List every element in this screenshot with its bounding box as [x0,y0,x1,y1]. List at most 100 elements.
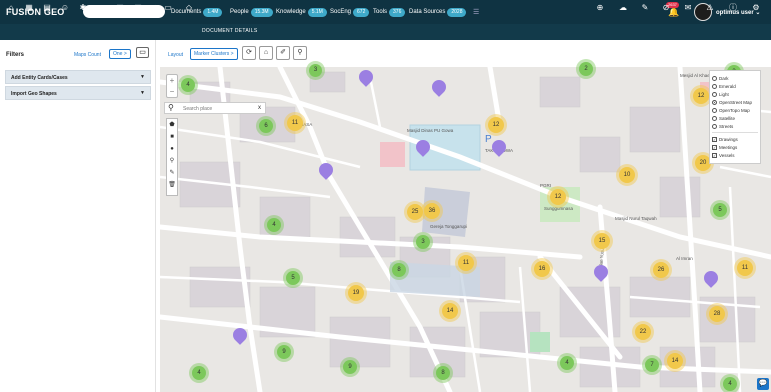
cluster-marker[interactable]: 12 [488,117,504,133]
upload-icon[interactable]: ☁ [618,3,628,13]
nav-documents[interactable]: Documents 1.4M [171,5,223,19]
home-icon[interactable]: ⌂ [6,3,16,13]
grid-icon[interactable]: ▥ [133,3,143,13]
edit-icon[interactable]: ✎ [640,3,650,13]
cluster-marker[interactable]: 4 [560,356,574,370]
diamond-icon[interactable]: ◈ [151,3,161,13]
map-label: PGRI [540,183,551,188]
cluster-marker[interactable]: 14 [442,303,458,319]
marker-icon[interactable]: ⚲ [167,155,177,167]
gallery-icon[interactable]: ▣ [115,3,125,13]
layer-option[interactable]: Satellite [712,114,758,122]
add-icon[interactable]: ⊕ [595,3,605,13]
settings-icon[interactable]: ⚙ [751,3,761,13]
zoom-in-icon[interactable]: + [167,75,177,86]
monitor-button[interactable]: ▭ [136,47,149,58]
chat-icon[interactable]: ✉ [683,3,693,13]
layer-option[interactable]: OpenStreet Map [712,98,758,106]
people-icon[interactable]: ☺ [60,3,70,13]
nav-knowledge[interactable]: Knowledge 5.1M [276,5,327,19]
radio-icon [712,107,717,113]
cluster-marker[interactable]: 22 [635,324,651,340]
cluster-marker[interactable]: 5 [713,203,727,217]
cluster-marker[interactable]: 7 [645,358,659,372]
cluster-marker[interactable]: 2 [579,62,593,76]
cluster-marker[interactable]: 5 [286,271,300,285]
cluster-marker[interactable]: 3 [309,64,322,77]
edit-layers-icon[interactable]: ✎ [167,167,177,179]
cluster-marker[interactable]: 36 [424,203,440,219]
building-icon[interactable]: ▦ [24,3,34,13]
cluster-marker[interactable]: 26 [653,262,669,278]
layout-label: Layout [168,52,184,58]
layer-option[interactable]: OpenTopo Map [712,106,758,114]
cluster-marker[interactable]: 10 [619,167,635,183]
document-icon[interactable]: ▤ [42,3,52,13]
cluster-marker[interactable]: 4 [267,218,281,232]
layer-option[interactable]: Light [712,90,758,98]
network-icon[interactable]: ✱ [78,3,88,13]
menu-icon[interactable]: ☰ [473,8,479,16]
nav-badge: 5.1M [307,7,327,17]
maps-count-link[interactable]: Maps Count [74,52,101,58]
brush-icon[interactable]: ✐ [276,46,290,60]
layer-option[interactable]: Streets [712,122,758,130]
cluster-marker[interactable]: 3 [416,235,430,249]
cluster-marker[interactable]: 4 [723,377,737,391]
accordion-import-geo[interactable]: Import Geo Shapes ▼ [5,86,151,100]
one-button[interactable]: One > [109,49,131,59]
refresh-icon[interactable]: ⟳ [242,46,256,60]
cluster-marker[interactable]: 4 [181,78,195,92]
cluster-marker[interactable]: 9 [343,360,357,374]
map-label-text: Gereja Tonggarupi [430,224,467,229]
map-canvas[interactable] [160,67,771,392]
overlay-option[interactable]: ✓ Meetings [712,143,758,151]
cluster-marker[interactable]: 12 [693,88,709,104]
chat-icon[interactable]: 💬 [757,378,769,390]
search-icon[interactable]: ⚲ [293,46,307,60]
overlay-label: Meetings [719,144,738,150]
cluster-marker[interactable]: 11 [737,260,753,276]
marker-clusters-button[interactable]: Marker Clusters > [190,48,238,60]
trash-icon[interactable]: 🗑 [167,179,177,191]
cluster-marker[interactable]: 14 [667,353,683,369]
nav-data-sources[interactable]: Data Sources 2028 [409,5,467,19]
cluster-marker[interactable]: 12 [550,189,566,205]
nav-people[interactable]: People 15.3M [230,5,273,19]
cluster-marker[interactable]: 6 [259,119,273,133]
nav-soceng[interactable]: SocEng 672 [330,5,370,19]
dashboard-icon[interactable]: ◔ [97,3,107,13]
overlay-option[interactable]: ✓ Drawings [712,135,758,143]
nav-tools[interactable]: Tools 376 [373,5,406,19]
layer-option[interactable]: Emerald [712,82,758,90]
cluster-marker[interactable]: 19 [348,285,364,301]
cluster-marker[interactable]: 25 [407,204,423,220]
info-icon[interactable]: ⓘ [728,3,738,13]
monitor-icon[interactable]: ▭ [163,3,173,13]
circle-icon[interactable]: ● [167,143,177,155]
layer-label: Dark [719,75,729,81]
cluster-marker[interactable]: 16 [534,261,550,277]
gem-icon[interactable]: ◇ [184,3,194,13]
tag-icon[interactable]: ⊘ [661,3,671,13]
cluster-marker[interactable]: 4 [192,366,206,380]
polygon-icon[interactable]: ⬟ [167,119,177,131]
cluster-marker[interactable]: 15 [594,233,610,249]
cluster-marker[interactable]: 8 [436,366,450,380]
rectangle-icon[interactable]: ■ [167,131,177,143]
zoom-control[interactable]: + − [166,74,178,98]
map-label-text: P [485,134,492,145]
zoom-out-icon[interactable]: − [167,86,177,97]
search-place-input[interactable]: ⚲ Search place x [164,102,266,114]
cluster-marker[interactable]: 9 [277,345,291,359]
cluster-marker[interactable]: 28 [709,306,725,322]
eraser-icon[interactable]: ⌂ [259,46,273,60]
layer-option[interactable]: Dark [712,74,758,82]
overlay-option[interactable]: ✓ Vessels [712,151,758,159]
cluster-marker[interactable]: 11 [458,255,474,271]
alert-icon[interactable]: ⚠ [705,3,715,13]
cluster-marker[interactable]: 8 [392,263,406,277]
close-icon[interactable]: x [258,105,261,111]
cluster-marker[interactable]: 11 [287,115,303,131]
accordion-add-entity[interactable]: Add Entity Cards/Cases ▼ [5,70,151,84]
